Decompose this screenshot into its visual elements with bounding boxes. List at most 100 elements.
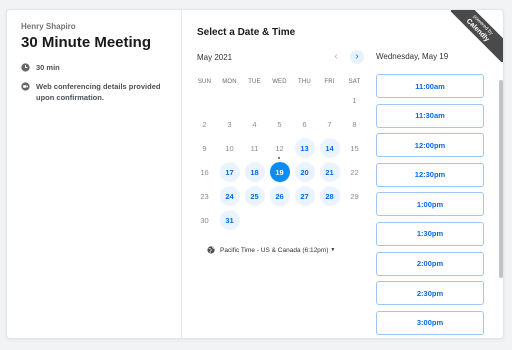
calendar-day[interactable]: 20 <box>292 160 317 184</box>
calendar-week: 23 24 25 26 27 28 29 <box>192 184 372 208</box>
time-slot-list: 11:00am 11:30am 12:00pm 12:30pm 1:00pm 1:30pm… <box>376 74 484 338</box>
calendar-day-number <box>345 210 365 230</box>
calendar-week: 16 17 18 19 20 21 22 <box>192 160 372 184</box>
calendar-day-number: 12 <box>275 143 284 153</box>
calendar-day[interactable]: 18 <box>242 160 267 184</box>
calendar-day-number <box>270 210 290 230</box>
time-slot-button[interactable]: 12:00pm <box>376 133 484 158</box>
calendar-day-number <box>245 210 265 230</box>
calendar-day: 1 <box>342 88 367 112</box>
calendar-day-number <box>270 90 290 110</box>
weekday-label: TUE <box>248 79 261 85</box>
time-list-scrollbar[interactable] <box>499 80 503 278</box>
calendar-day-number: 22 <box>350 167 359 177</box>
month-label: May 2021 <box>197 53 233 62</box>
time-slot-button[interactable]: 2:30pm <box>376 281 484 306</box>
calendar-day-number <box>195 90 215 110</box>
calendar-day-number: 1 <box>352 95 357 105</box>
today-indicator-dot <box>278 157 280 159</box>
time-slot-button[interactable]: 2:00pm <box>376 251 484 276</box>
time-slot-button[interactable]: 1:00pm <box>376 192 484 217</box>
calendar-day[interactable]: 14 <box>317 136 342 160</box>
calendar-week: 1 <box>192 88 372 112</box>
calendar-day-empty <box>267 88 292 112</box>
time-slot-button[interactable]: 12:30pm <box>376 162 484 187</box>
calendar-day[interactable]: 17 <box>217 160 242 184</box>
next-month-button[interactable]: › <box>350 50 364 64</box>
calendar-day-number: 10 <box>225 143 234 153</box>
powered-by-badge[interactable]: powered by Calendly <box>451 10 503 62</box>
calendar-day-number: 9 <box>202 143 207 153</box>
previous-month-button[interactable]: ‹ <box>329 50 343 64</box>
weekday-label: MON <box>222 79 237 85</box>
calendar-day-number: 14 <box>319 138 340 158</box>
calendar-day: 5 <box>267 112 292 136</box>
calendar-day: 7 <box>317 112 342 136</box>
calendar-week: 9 10 11 12 13 14 15 <box>192 136 372 160</box>
scheduling-card: Henry Shapiro 30 Minute Meeting 30 min W… <box>6 9 504 339</box>
calendar-day-number: 21 <box>319 162 340 182</box>
calendar-day-number: 24 <box>219 186 240 206</box>
time-slot-button[interactable]: 3:00pm <box>376 310 484 335</box>
duration-detail: 30 min <box>21 62 60 73</box>
calendar-day: 22 <box>342 160 367 184</box>
calendar-day-number: 13 <box>294 138 315 158</box>
chevron-right-icon: › <box>355 51 359 62</box>
calendar-day-number: 20 <box>294 162 315 182</box>
calendar-day-number: 26 <box>269 186 290 206</box>
calendly-ribbon: powered by Calendly <box>451 10 503 62</box>
calendar-day-number: 16 <box>200 167 209 177</box>
calendar-day: 23 <box>192 184 217 208</box>
conferencing-detail: Web conferencing details provided upon c… <box>21 81 171 103</box>
calendar-day-number: 25 <box>244 186 265 206</box>
calendar-day-empty <box>267 208 292 232</box>
time-slot-button[interactable]: 11:00am <box>376 74 484 98</box>
event-details-panel: Henry Shapiro 30 Minute Meeting 30 min W… <box>7 10 182 338</box>
weekday-label: SUN <box>197 79 212 85</box>
calendar-day[interactable]: 26 <box>267 184 292 208</box>
calendar-day-number: 8 <box>352 119 357 129</box>
calendar-day-number: 23 <box>200 191 209 201</box>
calendar-day-number <box>245 90 265 110</box>
time-slot-button[interactable]: 11:30am <box>376 103 484 128</box>
calendar-day-number <box>295 90 315 110</box>
calendar-day-number: 30 <box>200 215 209 225</box>
calendar-day-selected[interactable]: 19 <box>267 160 292 184</box>
calendar-day-number: 27 <box>294 186 315 206</box>
calendar-day: 9 <box>192 136 217 160</box>
calendar-day[interactable]: 31 <box>217 208 242 232</box>
calendar-day-number: 17 <box>219 162 240 182</box>
calendar-day-empty <box>317 88 342 112</box>
calendar-day-number: 6 <box>302 119 307 129</box>
calendar-day: 2 <box>192 112 217 136</box>
conferencing-text: Web conferencing details provided upon c… <box>36 82 161 102</box>
event-title: 30 Minute Meeting <box>21 34 152 51</box>
calendar-day[interactable]: 28 <box>317 184 342 208</box>
timezone-selector[interactable]: Pacific Time - US & Canada (6:12pm) ▼ <box>207 246 335 254</box>
caret-down-icon: ▼ <box>330 247 336 253</box>
globe-icon <box>207 246 215 254</box>
time-slot-button[interactable]: 1:30pm <box>376 221 484 246</box>
page-title: Select a Date & Time <box>197 27 296 38</box>
weekday-label: FRI <box>324 79 335 85</box>
calendar-day[interactable]: 25 <box>242 184 267 208</box>
calendar-day: 12 <box>267 136 292 160</box>
calendar-day-empty <box>242 208 267 232</box>
calendar-day[interactable]: 13 <box>292 136 317 160</box>
calendar-day: 4 <box>242 112 267 136</box>
calendar-day: 30 <box>192 208 217 232</box>
calendar-day-empty <box>317 208 342 232</box>
calendar-day[interactable]: 21 <box>317 160 342 184</box>
calendar-day: 6 <box>292 112 317 136</box>
weekday-header: SUN MON TUE WED THU FRI SAT <box>192 79 372 85</box>
calendar-day: 8 <box>342 112 367 136</box>
duration-text: 30 min <box>36 63 60 72</box>
calendar-day-number <box>295 210 315 230</box>
calendar-day[interactable]: 24 <box>217 184 242 208</box>
calendar-day-number: 28 <box>319 186 340 206</box>
calendar-day[interactable]: 27 <box>292 184 317 208</box>
calendar-week: 2 3 4 5 6 7 8 <box>192 112 372 136</box>
calendar-day-number: 18 <box>244 162 265 182</box>
chevron-left-icon: ‹ <box>334 51 338 62</box>
calendar-day-empty <box>242 88 267 112</box>
